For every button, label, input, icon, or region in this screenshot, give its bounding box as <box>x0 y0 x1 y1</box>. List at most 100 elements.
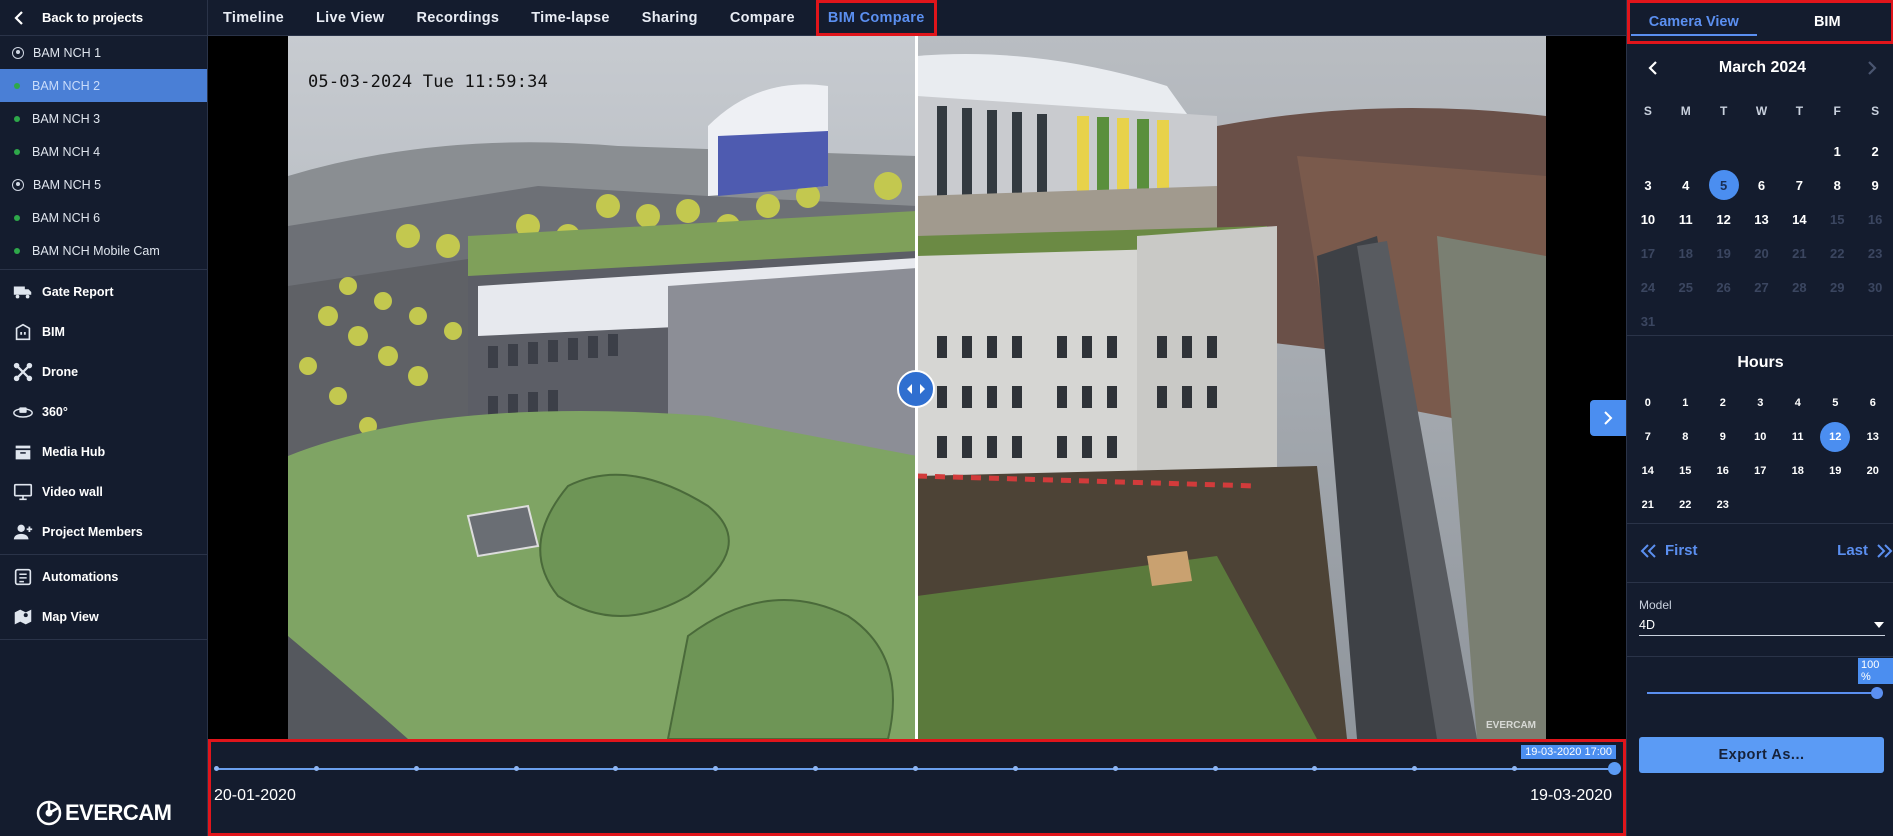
prev-month-icon[interactable] <box>1643 58 1663 78</box>
hour-cell[interactable]: 18 <box>1779 454 1817 488</box>
nav-automations[interactable]: Automations <box>0 557 207 597</box>
tab-bim-compare[interactable]: BIM Compare <box>815 0 937 36</box>
last-button[interactable]: Last <box>1837 542 1893 559</box>
nav-video-wall[interactable]: Video wall <box>0 472 207 512</box>
hour-cell[interactable]: 5 <box>1817 386 1855 420</box>
calendar-day[interactable]: 14 <box>1780 202 1818 236</box>
timeline-tick[interactable] <box>813 766 819 771</box>
tab-camera-view[interactable]: Camera View <box>1627 0 1761 44</box>
hour-cell[interactable]: 16 <box>1704 454 1742 488</box>
opacity-slider-thumb[interactable] <box>1871 687 1883 699</box>
opacity-slider[interactable] <box>1647 686 1883 700</box>
hour-cell[interactable]: 1 <box>1667 386 1705 420</box>
hour-cell[interactable]: 21 <box>1629 488 1667 522</box>
tab-live-view[interactable]: Live View <box>316 10 385 26</box>
calendar-day[interactable]: 4 <box>1667 168 1705 202</box>
timeline-tick[interactable] <box>713 766 719 771</box>
nav-gate-report[interactable]: Gate Report <box>0 272 207 312</box>
timeline-tick[interactable] <box>613 766 619 771</box>
hour-cell[interactable]: 4 <box>1779 386 1817 420</box>
calendar-day[interactable]: 8 <box>1818 168 1856 202</box>
timeline-tick[interactable] <box>413 766 419 771</box>
weekday-label: F <box>1833 104 1841 118</box>
calendar-day[interactable]: 7 <box>1780 168 1818 202</box>
timeline-tick[interactable] <box>313 766 319 771</box>
camera-item[interactable]: BAM NCH 3 <box>0 102 207 135</box>
export-as-button[interactable]: Export As... <box>1639 737 1884 773</box>
hour-cell[interactable]: 6 <box>1854 386 1892 420</box>
calendar-day[interactable]: 6 <box>1743 168 1781 202</box>
nav-label: BIM <box>42 325 65 339</box>
nav-map-view[interactable]: Map View <box>0 597 207 637</box>
hour-cell[interactable]: 17 <box>1742 454 1780 488</box>
timeline-tick[interactable] <box>214 766 219 771</box>
timeline-tick[interactable] <box>1212 766 1218 771</box>
hour-cell[interactable]: 13 <box>1854 420 1892 454</box>
nav-label: Automations <box>42 570 119 584</box>
hour-cell[interactable]: 15 <box>1667 454 1705 488</box>
nav-media-hub[interactable]: Media Hub <box>0 432 207 472</box>
tab-sharing[interactable]: Sharing <box>642 10 698 26</box>
timeline-tick[interactable] <box>913 766 918 771</box>
timeline-handle[interactable] <box>1608 762 1621 775</box>
timeline-tick[interactable] <box>1012 766 1018 771</box>
hour-cell[interactable]: 8 <box>1667 420 1705 454</box>
hour-cell[interactable]: 19 <box>1817 454 1855 488</box>
timeline-tick[interactable] <box>1312 766 1318 771</box>
calendar-day-number: 18 <box>1678 245 1694 261</box>
camera-item[interactable]: BAM NCH 1 <box>0 36 207 69</box>
camera-item[interactable]: BAM NCH 5 <box>0 168 207 201</box>
tab-compare[interactable]: Compare <box>730 10 795 26</box>
nav-bim[interactable]: BIM <box>0 312 207 352</box>
nav-drone[interactable]: Drone <box>0 352 207 392</box>
tab-timeline[interactable]: Timeline <box>223 10 284 26</box>
timeline-tick[interactable] <box>1412 766 1418 771</box>
tab-recordings[interactable]: Recordings <box>417 10 500 26</box>
hour-cell[interactable]: 10 <box>1742 420 1780 454</box>
hours-row: 21 22 23 <box>1629 488 1893 522</box>
calendar-day[interactable]: 11 <box>1667 202 1705 236</box>
calendar-day[interactable]: 9 <box>1856 168 1893 202</box>
nav-360[interactable]: 360° <box>0 392 207 432</box>
calendar-day[interactable]: 12 <box>1705 202 1743 236</box>
hour-cell[interactable]: 20 <box>1854 454 1892 488</box>
toggle-right-panel-button[interactable] <box>1590 400 1626 436</box>
camera-photo-render <box>917 36 1546 739</box>
calendar-day[interactable]: 1 <box>1818 134 1856 168</box>
model-select[interactable]: 4D <box>1639 614 1885 636</box>
calendar-day[interactable]: 5 <box>1705 168 1743 202</box>
hour-cell[interactable]: 7 <box>1629 420 1667 454</box>
camera-item[interactable]: BAM NCH 6 <box>0 201 207 234</box>
calendar-day-number: 14 <box>1792 211 1807 227</box>
hour-cell[interactable]: 14 <box>1629 454 1667 488</box>
nav-project-members[interactable]: Project Members <box>0 512 207 552</box>
hour-cell[interactable]: 9 <box>1704 420 1742 454</box>
first-button[interactable]: First <box>1639 542 1698 559</box>
hour-cell[interactable]: 23 <box>1704 488 1742 522</box>
calendar-day[interactable]: 13 <box>1743 202 1781 236</box>
hour-cell[interactable]: 3 <box>1742 386 1780 420</box>
calendar-day[interactable]: 10 <box>1629 202 1667 236</box>
camera-item[interactable]: BAM NCH 2 <box>0 69 207 102</box>
calendar-day[interactable]: 2 <box>1856 134 1893 168</box>
next-month-icon[interactable] <box>1862 58 1882 78</box>
timeline-tick[interactable] <box>1112 766 1118 771</box>
hour-cell[interactable]: 11 <box>1779 420 1817 454</box>
calendar-day-number: 8 <box>1833 177 1841 193</box>
timeline-track[interactable] <box>214 762 1621 775</box>
tab-bim[interactable]: BIM <box>1761 0 1893 44</box>
timeline-tick[interactable] <box>513 766 519 771</box>
hour-cell[interactable]: 2 <box>1704 386 1742 420</box>
back-to-projects-link[interactable]: Back to projects <box>0 0 207 36</box>
hour-cell[interactable]: 0 <box>1629 386 1667 420</box>
hour-cell[interactable]: 22 <box>1667 488 1705 522</box>
compare-slider-handle[interactable] <box>897 370 935 408</box>
drag-left-right-icon <box>907 384 925 394</box>
camera-item[interactable]: BAM NCH 4 <box>0 135 207 168</box>
hour-cell[interactable]: 12 <box>1817 420 1855 454</box>
calendar-day[interactable]: 3 <box>1629 168 1667 202</box>
camera-item[interactable]: BAM NCH Mobile Cam <box>0 234 207 267</box>
calendar-day-number: 12 <box>1716 211 1731 227</box>
timeline-tick[interactable] <box>1512 766 1518 771</box>
tab-time-lapse[interactable]: Time-lapse <box>531 10 610 26</box>
